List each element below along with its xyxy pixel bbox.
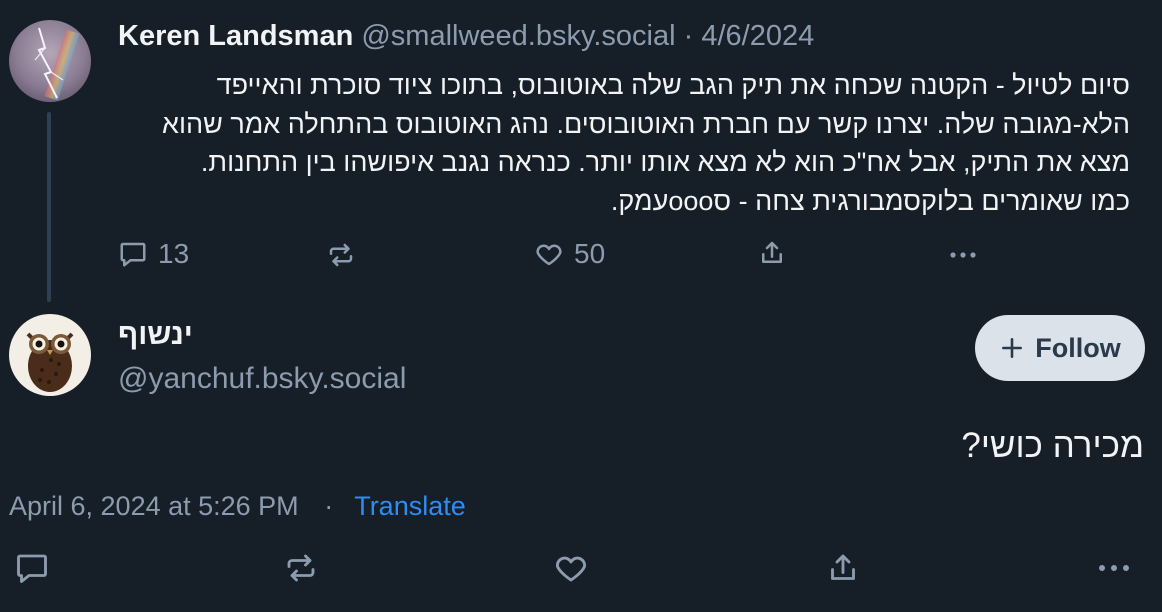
reply-author-name[interactable]: ינשוף [118, 318, 193, 352]
post-text-line: כמו שאומרים בלוקסמבורגית צחה - סoooעמק. [610, 185, 1130, 216]
repost-icon [287, 554, 315, 582]
more-icon [950, 252, 976, 258]
reply-handle[interactable]: @yanchuf.bsky.social [118, 362, 406, 396]
comment-icon [17, 554, 47, 583]
reply-button[interactable]: 13 [118, 238, 189, 270]
translate-link[interactable]: Translate [354, 491, 466, 521]
post-text-line: סיום לטיול - הקטנה שכחה את תיק הגב שלה ב… [216, 70, 1130, 100]
plus-icon [1002, 338, 1023, 358]
comment-icon [120, 242, 146, 267]
avatar-owl-image [9, 314, 91, 396]
share-icon [762, 241, 782, 263]
repost-button[interactable] [326, 240, 356, 270]
repost-button-main[interactable] [283, 550, 319, 586]
parent-post-text: סיום לטיול - הקטנה שכחה את תיק הגב שלה ב… [118, 66, 1130, 220]
more-icon [1099, 565, 1129, 571]
reply-count: 13 [158, 238, 190, 269]
like-button-main[interactable] [553, 550, 589, 586]
separator-dot: · [324, 491, 334, 521]
like-count: 50 [574, 238, 606, 269]
more-options-button[interactable] [946, 240, 980, 270]
more-options-button-main[interactable] [1094, 552, 1134, 584]
avatar-yanchuf[interactable] [9, 314, 91, 396]
post-meta-row: April 6, 2024 at 5:26 PM · Translate [9, 491, 466, 522]
follow-button[interactable]: Follow [975, 315, 1145, 381]
heart-icon [536, 244, 562, 266]
avatar-lightning-image [9, 20, 91, 102]
parent-author-line: Keren Landsman @smallweed.bsky.social · … [118, 20, 814, 53]
heart-icon [556, 556, 586, 582]
separator-dot: · [683, 20, 694, 52]
share-button[interactable] [757, 238, 787, 268]
reply-button-main[interactable] [14, 550, 50, 586]
share-button-main[interactable] [825, 550, 861, 586]
reply-post-text: מכירה כושי? [961, 426, 1144, 465]
share-icon [831, 554, 855, 580]
parent-author-name[interactable]: Keren Landsman [118, 20, 353, 52]
parent-handle[interactable]: @smallweed.bsky.social [361, 20, 675, 52]
post-text-line: הלא-מגובה שלה. יצרנו קשר עם חברת האוטובו… [162, 108, 1130, 139]
parent-date[interactable]: 4/6/2024 [701, 20, 814, 52]
post-timestamp: April 6, 2024 at 5:26 PM [9, 491, 299, 521]
avatar-keren[interactable] [9, 20, 91, 102]
repost-icon [329, 243, 353, 267]
like-button[interactable]: 50 [534, 238, 605, 270]
follow-label: Follow [1035, 332, 1121, 363]
post-text-line: מצא את התיק, אבל אח"כ הוא לא מצא אותו יו… [200, 147, 1130, 177]
thread-line [47, 112, 51, 302]
